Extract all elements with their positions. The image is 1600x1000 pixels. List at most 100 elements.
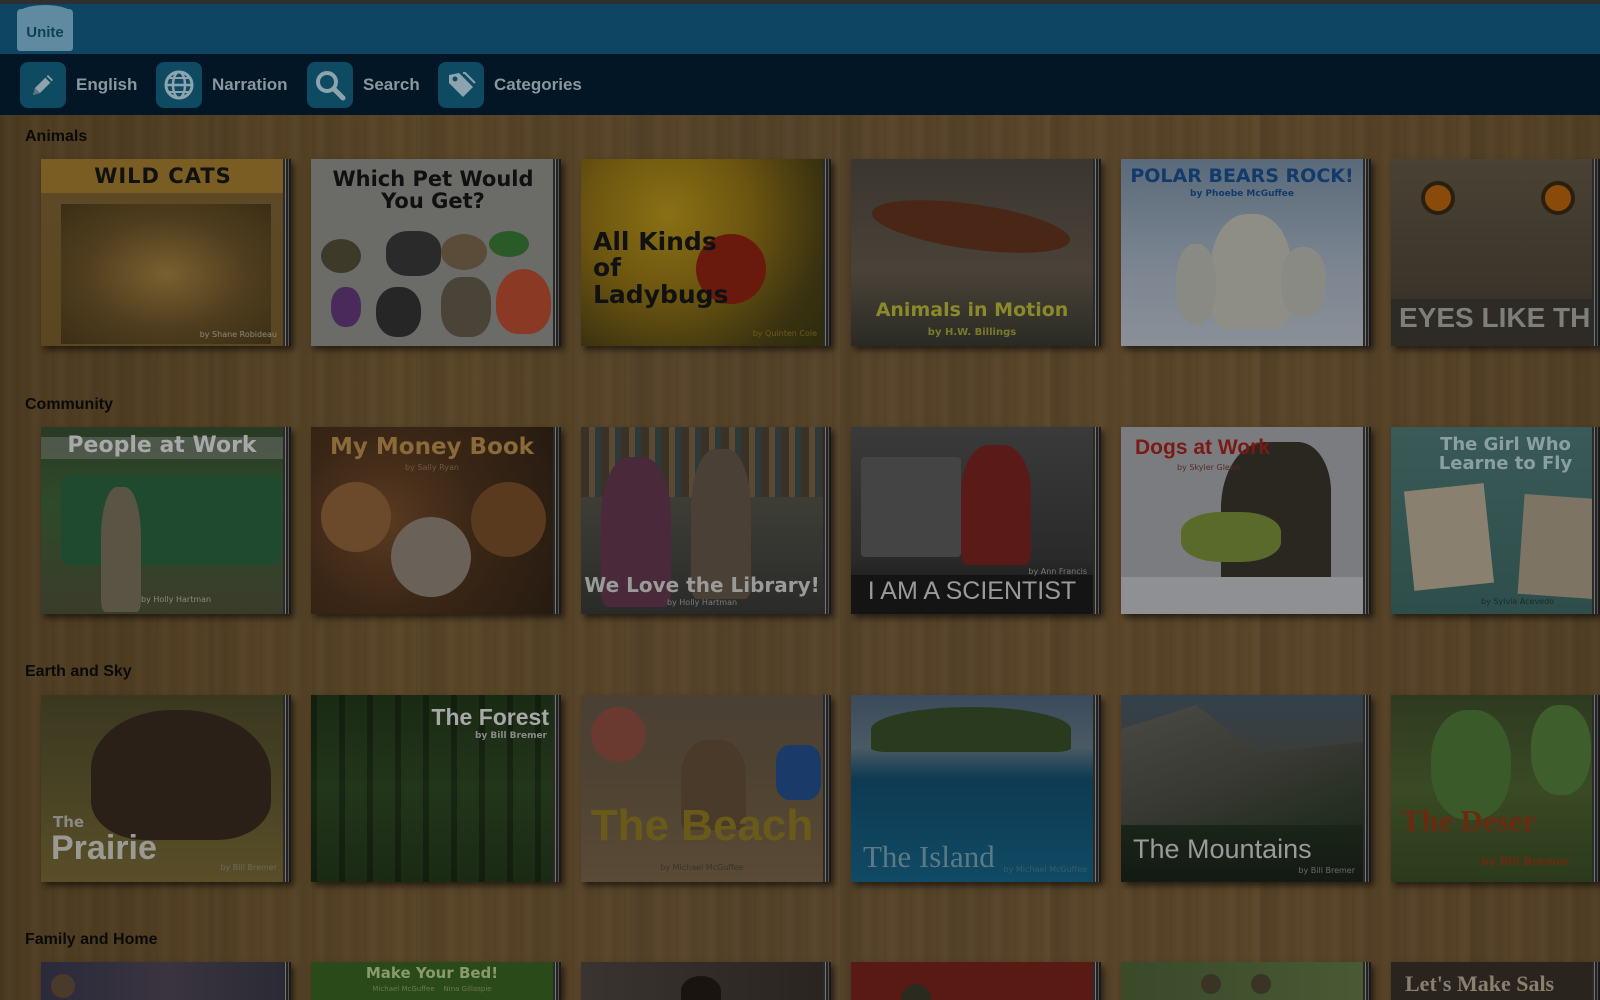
cactus-image — [1531, 705, 1591, 795]
book-title: Prairie — [51, 829, 157, 867]
book-title: Animals in Motion — [875, 299, 1069, 321]
vest-image — [1181, 512, 1281, 562]
truck-image — [61, 475, 281, 565]
book-the-mountains[interactable]: The Mountains by Bill Bremer — [1121, 695, 1371, 882]
book-author: by Bill Bremer — [1481, 855, 1570, 868]
bucket-image — [776, 745, 821, 800]
book-author: by Holly Hartman — [141, 595, 212, 604]
pencil-icon — [20, 62, 66, 108]
book-girl-who-learned-to-fly[interactable]: The Girl Who Learne to Fly by Sylvia Ace… — [1391, 427, 1600, 614]
book-title: Let's Make Sals — [1405, 971, 1555, 996]
coin-image — [391, 517, 471, 597]
book-author: by Holly Hartman — [666, 598, 738, 607]
frog-image — [489, 231, 529, 257]
narration-button[interactable]: Narration — [156, 62, 288, 108]
language-label: English — [76, 75, 138, 94]
puppy-image — [386, 231, 441, 276]
hedgehog-image — [441, 234, 487, 270]
book-title: We Love the Library! — [584, 573, 820, 597]
section-title-family-and-home: Family and Home — [25, 931, 158, 948]
book-title: The Girl Who Learne to Fly — [1438, 434, 1573, 474]
book-author: by Ann Francis — [1028, 567, 1087, 576]
polar-bear-image — [1211, 214, 1291, 329]
search-button[interactable]: Search — [307, 62, 420, 108]
section-title-animals: Animals — [25, 128, 88, 145]
book-dogs-at-work[interactable]: Dogs at Work by Skyler Glenn — [1121, 427, 1371, 614]
book-my-money-book[interactable]: My Money Book by Sally Ryan — [311, 427, 561, 614]
fish-image — [496, 269, 551, 334]
book-polar-bears[interactable]: POLAR BEARS ROCK! by Phoebe McGuffee — [1121, 159, 1371, 346]
book-family-4[interactable] — [851, 962, 1101, 1000]
section-title-community: Community — [25, 396, 113, 413]
cover-image — [1251, 974, 1271, 994]
bird-image — [331, 287, 361, 327]
book-animals-in-motion[interactable]: Animals in Motion by H.W. Billings — [851, 159, 1101, 346]
photo-image — [1403, 483, 1495, 591]
cover-image — [1201, 974, 1221, 994]
book-family-1[interactable] — [41, 962, 291, 1000]
book-author: Michael McGuffee Nina Gillaspie — [372, 985, 492, 993]
book-title: POLAR BEARS ROCK! — [1130, 165, 1354, 187]
cat-image — [441, 277, 491, 337]
photo-image — [1517, 493, 1600, 601]
book-we-love-library[interactable]: We Love the Library! by Holly Hartman — [581, 427, 831, 614]
app-header: Unite — [0, 0, 1600, 54]
book-author: by Sally Ryan — [405, 463, 459, 472]
leopard-image — [61, 204, 271, 344]
book-title: I AM A SCIENTIST — [867, 577, 1077, 605]
book-the-forest[interactable]: The Forest by Bill Bremer — [311, 695, 561, 882]
turtle-image — [321, 239, 361, 273]
book-title: Dogs at Work — [1135, 436, 1270, 459]
book-wild-cats[interactable]: WILD CATS by Shane Robideau — [41, 159, 291, 346]
book-author: by Bill Bremer — [474, 731, 547, 741]
cover-image — [681, 976, 721, 1000]
book-eyes-like-these[interactable]: EYES LIKE THES — [1391, 159, 1600, 346]
book-title: Make Your Bed! — [365, 964, 499, 982]
book-prairie[interactable]: The Prairie by Bill Bremer — [41, 695, 291, 882]
book-the-island[interactable]: The Island by Michael McGuffee — [851, 695, 1101, 882]
categories-button[interactable]: Categories — [438, 62, 582, 108]
coin-image — [471, 482, 546, 557]
search-label: Search — [363, 75, 420, 94]
snow-image — [1121, 577, 1371, 614]
book-the-desert[interactable]: The Deser by Bill Bremer — [1391, 695, 1600, 882]
book-i-am-a-scientist[interactable]: I AM A SCIENTIST by Ann Francis — [851, 427, 1101, 614]
book-title: All Kinds of Ladybugs — [593, 227, 729, 309]
owl-eye-left — [1421, 181, 1455, 215]
language-button[interactable]: English — [20, 62, 137, 108]
book-family-5[interactable] — [1121, 962, 1371, 1000]
book-title: EYES LIKE THES — [1399, 302, 1600, 333]
equipment-image — [861, 457, 961, 557]
book-title: People at Work — [67, 433, 257, 458]
book-author: by Quinten Cole — [752, 329, 817, 338]
mountain-image — [1121, 705, 1371, 825]
coin-image — [321, 482, 391, 552]
book-author: by Sylvia Acevedo — [1481, 597, 1555, 606]
beach-ball-image — [591, 707, 646, 762]
cub-image — [1281, 247, 1326, 317]
book-author: by Shane Robideau — [199, 330, 277, 339]
app-logo[interactable]: Unite — [17, 5, 73, 51]
book-author: by Phoebe McGuffee — [1190, 189, 1294, 199]
book-title: The Beach — [590, 801, 814, 850]
book-family-3[interactable] — [581, 962, 831, 1000]
logo-text: Unite — [26, 23, 64, 41]
book-ladybugs[interactable]: All Kinds of Ladybugs by Quinten Cole — [581, 159, 831, 346]
book-author: by H.W. Billings — [927, 327, 1017, 338]
book-which-pet[interactable]: Which Pet Would You Get? — [311, 159, 561, 346]
book-people-at-work[interactable]: People at Work by Holly Hartman — [41, 427, 291, 614]
book-title: WILD CATS — [94, 164, 232, 188]
rabbit-image — [376, 287, 421, 337]
cover-image — [51, 974, 75, 998]
book-author: by Bill Bremer — [220, 863, 277, 872]
book-title: The Forest — [431, 704, 549, 730]
book-title: The Mountains — [1133, 834, 1312, 864]
toolbar: English Narration Search Categories — [0, 54, 1600, 115]
book-author: by Michael McGuffee — [660, 863, 744, 872]
book-author: by Bill Bremer — [1298, 866, 1355, 875]
search-icon — [307, 62, 353, 108]
section-title-earth-and-sky: Earth and Sky — [25, 663, 132, 680]
book-lets-make-salsa[interactable]: Let's Make Sals — [1391, 962, 1600, 1000]
book-make-your-bed[interactable]: Make Your Bed! Michael McGuffee Nina Gil… — [311, 962, 561, 1000]
book-the-beach[interactable]: The Beach by Michael McGuffee — [581, 695, 831, 882]
